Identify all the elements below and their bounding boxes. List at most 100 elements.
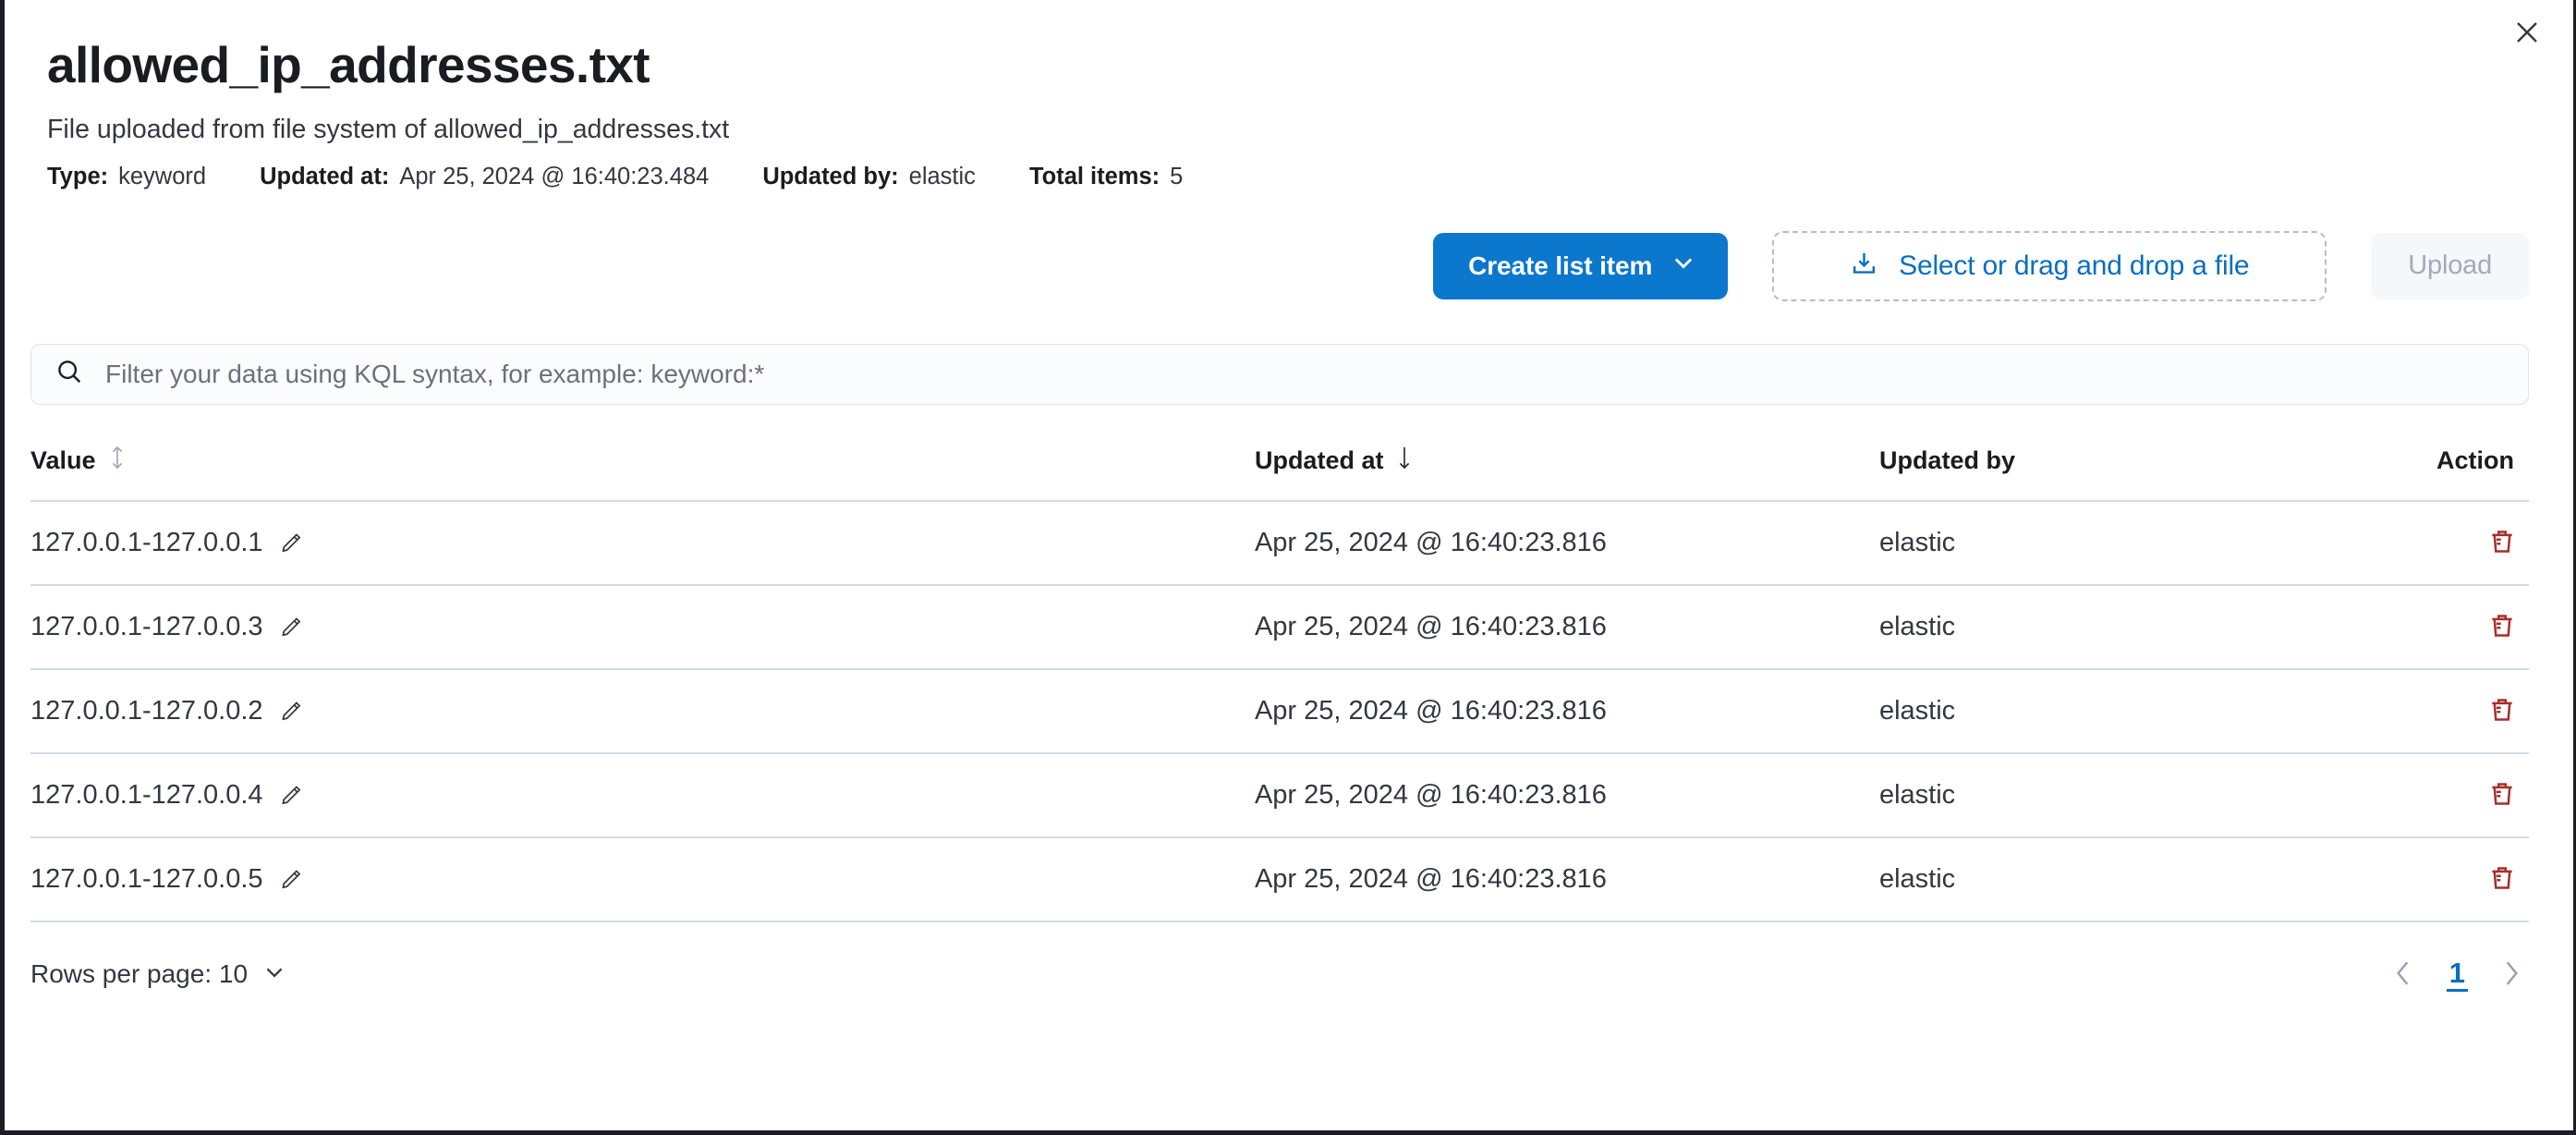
page-number-1[interactable]: 1 <box>2446 957 2468 992</box>
table-row: 127.0.0.1-127.0.0.3 Apr 25, 2024 @ 16:40:… <box>30 584 2529 670</box>
cell-updated-at: Apr 25, 2024 @ 16:40:23.816 <box>1254 668 1879 754</box>
table-head: Value Updated at Updated by Action <box>30 445 2529 502</box>
table-footer: Rows per page: 10 1 <box>5 954 2573 995</box>
cell-updated-at: Apr 25, 2024 @ 16:40:23.816 <box>1254 752 1879 838</box>
next-page-button[interactable] <box>2494 954 2529 995</box>
create-list-item-label: Create list item <box>1468 250 1653 280</box>
meta-updated-by: Updated by: elastic <box>762 164 976 190</box>
cell-value: 127.0.0.1-127.0.0.4 <box>30 752 1255 838</box>
trash-icon <box>2488 780 2516 811</box>
list-item-value: 127.0.0.1-127.0.0.1 <box>30 527 263 557</box>
meta-updated-by-value: elastic <box>908 163 976 189</box>
trash-icon <box>2488 696 2516 726</box>
chevron-down-icon <box>262 959 286 990</box>
sort-descending-icon <box>1394 445 1415 476</box>
table-row: 127.0.0.1-127.0.0.2 Apr 25, 2024 @ 16:40:… <box>30 668 2529 754</box>
table-row: 127.0.0.1-127.0.0.1 Apr 25, 2024 @ 16:40:… <box>30 500 2529 586</box>
chevron-right-icon <box>2499 959 2523 990</box>
pencil-icon <box>280 530 304 556</box>
cell-value: 127.0.0.1-127.0.0.5 <box>30 836 1255 922</box>
close-button[interactable] <box>2503 9 2551 57</box>
trash-icon <box>2488 612 2516 642</box>
search-box[interactable] <box>30 343 2529 405</box>
edit-list-item-button[interactable] <box>280 530 304 556</box>
trash-icon <box>2488 528 2516 558</box>
column-header-updated-by[interactable]: Updated by <box>1878 445 2354 502</box>
meta-total-items-label: Total items: <box>1028 163 1160 189</box>
column-header-updated-at[interactable]: Updated at <box>1254 445 1879 502</box>
edit-list-item-button[interactable] <box>280 782 304 809</box>
column-header-updated-at-label: Updated at <box>1254 445 1384 474</box>
file-drop-zone-label: Select or drag and drop a file <box>1899 250 2250 281</box>
meta-updated-at: Updated at: Apr 25, 2024 @ 16:40:23.484 <box>260 164 709 190</box>
action-bar: Create list item Select or drag and drop… <box>5 230 2573 301</box>
table-row: 127.0.0.1-127.0.0.4 Apr 25, 2024 @ 16:40:… <box>30 752 2529 838</box>
delete-list-item-button[interactable] <box>2488 864 2516 895</box>
cell-action <box>2353 752 2529 838</box>
table-body: 127.0.0.1-127.0.0.1 Apr 25, 2024 @ 16:40:… <box>30 500 2529 922</box>
table-row: 127.0.0.1-127.0.0.5 Apr 25, 2024 @ 16:40:… <box>30 836 2529 922</box>
rows-per-page-label: Rows per page: 10 <box>30 959 249 989</box>
cell-value: 127.0.0.1-127.0.0.2 <box>30 668 1255 754</box>
edit-list-item-button[interactable] <box>280 614 304 641</box>
cell-action <box>2353 668 2529 754</box>
column-header-value[interactable]: Value <box>30 445 1255 502</box>
search-icon <box>55 358 83 390</box>
cell-updated-at: Apr 25, 2024 @ 16:40:23.816 <box>1254 584 1879 670</box>
list-items-table: Value Updated at Updated by Action 127.0… <box>30 445 2529 922</box>
close-icon <box>2513 18 2541 49</box>
cell-updated-by: elastic <box>1878 836 2354 922</box>
meta-total-items: Total items: 5 <box>1029 164 1183 190</box>
page-subtitle: File uploaded from file system of allowe… <box>47 114 730 144</box>
list-detail-flyout: allowed_ip_addresses.txt File uploaded f… <box>0 0 2576 1135</box>
list-item-value: 127.0.0.1-127.0.0.3 <box>30 611 263 641</box>
pencil-icon <box>280 614 304 641</box>
list-item-value: 127.0.0.1-127.0.0.4 <box>30 779 263 810</box>
pencil-icon <box>280 866 304 893</box>
meta-updated-by-label: Updated by: <box>762 163 899 189</box>
meta-type: Type: keyword <box>47 164 206 190</box>
delete-list-item-button[interactable] <box>2488 780 2516 811</box>
edit-list-item-button[interactable] <box>280 866 304 893</box>
meta-updated-at-value: Apr 25, 2024 @ 16:40:23.484 <box>399 163 710 189</box>
search-input[interactable] <box>105 359 2504 389</box>
column-header-updated-by-label: Updated by <box>1878 445 2015 474</box>
search-section <box>5 343 2573 405</box>
column-header-value-label: Value <box>30 445 96 474</box>
cell-action <box>2353 836 2529 922</box>
metadata-row: Type: keyword Updated at: Apr 25, 2024 @… <box>47 164 2529 190</box>
cell-updated-by: elastic <box>1878 752 2354 838</box>
meta-total-items-value: 5 <box>1170 163 1184 189</box>
pencil-icon <box>280 698 304 725</box>
create-list-item-button[interactable]: Create list item <box>1433 232 1729 299</box>
cell-value: 127.0.0.1-127.0.0.1 <box>30 500 1255 586</box>
meta-type-label: Type: <box>47 163 109 189</box>
pagination: 1 <box>2386 954 2529 995</box>
page-title: allowed_ip_addresses.txt <box>47 36 650 93</box>
table-header-row: Value Updated at Updated by Action <box>30 445 2529 502</box>
upload-button[interactable]: Upload <box>2371 232 2529 299</box>
rows-per-page-selector[interactable]: Rows per page: 10 <box>30 959 286 990</box>
trash-icon <box>2488 864 2516 895</box>
cell-value: 127.0.0.1-127.0.0.3 <box>30 584 1255 670</box>
edit-list-item-button[interactable] <box>280 698 304 725</box>
list-item-value: 127.0.0.1-127.0.0.5 <box>30 863 263 894</box>
previous-page-button[interactable] <box>2386 954 2421 995</box>
column-header-action: Action <box>2353 445 2529 502</box>
cell-updated-at: Apr 25, 2024 @ 16:40:23.816 <box>1254 500 1879 586</box>
chevron-down-icon <box>1671 250 1696 282</box>
flyout-header: allowed_ip_addresses.txt File uploaded f… <box>5 0 2573 190</box>
delete-list-item-button[interactable] <box>2488 528 2516 558</box>
cell-updated-by: elastic <box>1878 668 2354 754</box>
pencil-icon <box>280 782 304 809</box>
cell-action <box>2353 500 2529 586</box>
meta-type-value: keyword <box>118 163 207 189</box>
list-item-value: 127.0.0.1-127.0.0.2 <box>30 695 263 726</box>
cell-action <box>2353 584 2529 670</box>
file-drop-zone[interactable]: Select or drag and drop a file <box>1772 230 2327 301</box>
column-header-action-label: Action <box>2436 445 2514 474</box>
cell-updated-by: elastic <box>1878 584 2354 670</box>
cell-updated-at: Apr 25, 2024 @ 16:40:23.816 <box>1254 836 1879 922</box>
delete-list-item-button[interactable] <box>2488 696 2516 726</box>
delete-list-item-button[interactable] <box>2488 612 2516 642</box>
